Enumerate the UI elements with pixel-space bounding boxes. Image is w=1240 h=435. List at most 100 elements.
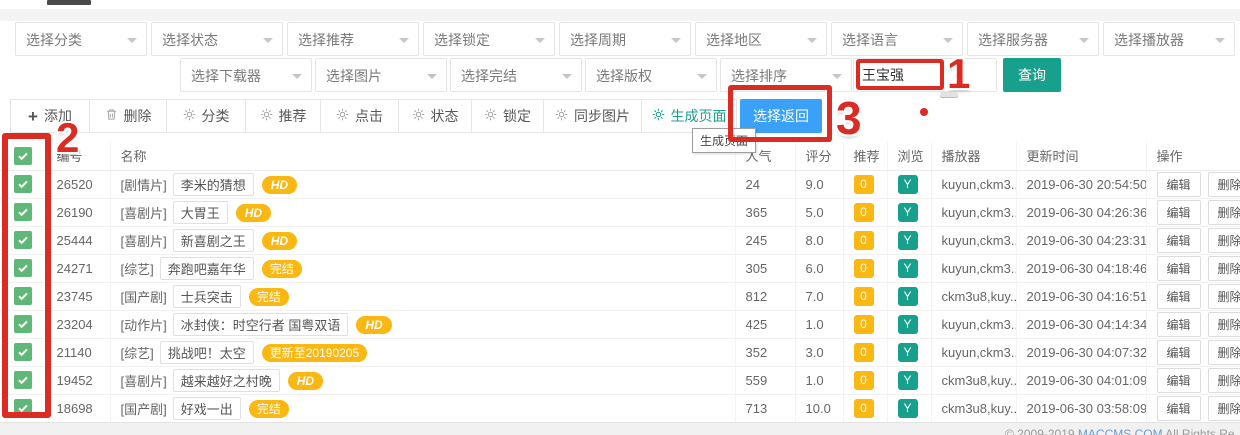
- player-list: kuyun,ckm3...: [931, 198, 1016, 226]
- delete-row-button[interactable]: 删除: [1208, 340, 1240, 365]
- edit-button[interactable]: 编辑: [1157, 228, 1201, 253]
- delete-button[interactable]: 删除: [89, 99, 167, 133]
- delete-row-button[interactable]: 删除: [1208, 172, 1240, 197]
- filter-select-lock[interactable]: 选择锁定: [423, 22, 555, 56]
- add-button[interactable]: +添加: [10, 99, 90, 133]
- video-title-field[interactable]: 越来越好之村晚: [173, 369, 280, 392]
- filter-select-finish[interactable]: 选择完结: [450, 58, 582, 92]
- browse-badge: Y: [898, 231, 918, 250]
- delete-row-button[interactable]: 删除: [1208, 396, 1240, 421]
- video-id: 23745: [46, 282, 110, 310]
- chevron-down-icon: [263, 38, 273, 48]
- row-checkbox[interactable]: [14, 203, 32, 221]
- delete-row-button[interactable]: 删除: [1208, 312, 1240, 337]
- video-id: 26190: [46, 198, 110, 226]
- query-button[interactable]: 查询: [1003, 58, 1061, 92]
- toolbar-button-label: 推荐: [279, 106, 307, 126]
- gear-icon: [183, 108, 196, 124]
- row-checkbox[interactable]: [14, 343, 32, 361]
- delete-row-button[interactable]: 删除: [1208, 228, 1240, 253]
- edit-button[interactable]: 编辑: [1157, 172, 1201, 197]
- chevron-down-icon: [1215, 38, 1225, 48]
- updated-time: 2019-06-30 04:14:34: [1016, 310, 1146, 338]
- filter-select-cycle[interactable]: 选择周期: [559, 22, 691, 56]
- video-title-field[interactable]: 李米的猜想: [173, 173, 254, 196]
- filter-select-region[interactable]: 选择地区: [695, 22, 827, 56]
- sync-images-button[interactable]: 同步图片: [543, 99, 642, 133]
- annotation-dot: [920, 108, 928, 116]
- player-list: kuyun,ckm3...: [931, 226, 1016, 254]
- edit-button[interactable]: 编辑: [1157, 256, 1201, 281]
- edit-button[interactable]: 编辑: [1157, 312, 1201, 337]
- edit-button[interactable]: 编辑: [1157, 284, 1201, 309]
- recommend-badge: 0: [854, 399, 874, 418]
- filter-select-label: 选择排序: [731, 68, 787, 84]
- video-title-field[interactable]: 挑战吧！太空: [160, 341, 254, 364]
- video-title-field[interactable]: 冰封侠：时空行者 国粤双语: [173, 313, 349, 336]
- row-checkbox[interactable]: [14, 371, 32, 389]
- toolbar-button-label: 生成页面: [671, 106, 727, 126]
- row-checkbox[interactable]: [14, 399, 32, 417]
- filter-select-language[interactable]: 选择语言: [831, 22, 963, 56]
- select-all-checkbox[interactable]: [14, 147, 32, 165]
- filter-select-label: 选择锁定: [434, 32, 490, 48]
- column-header: 编号: [46, 142, 110, 170]
- annotation-underline-1: [940, 92, 958, 97]
- filter-select-label: 选择周期: [570, 32, 626, 48]
- video-id: 23204: [46, 310, 110, 338]
- gear-icon: [336, 108, 349, 124]
- score-value: 6.0: [795, 254, 843, 282]
- row-checkbox[interactable]: [14, 287, 32, 305]
- search-input[interactable]: [853, 58, 997, 92]
- edit-button[interactable]: 编辑: [1157, 340, 1201, 365]
- player-list: kuyun,ckm3...: [931, 254, 1016, 282]
- browse-badge: Y: [898, 203, 918, 222]
- edit-button[interactable]: 编辑: [1157, 368, 1201, 393]
- browse-badge: Y: [898, 371, 918, 390]
- filter-select-copyright[interactable]: 选择版权: [585, 58, 717, 92]
- score-value: 3.0: [795, 338, 843, 366]
- lock-button[interactable]: 锁定: [471, 99, 544, 133]
- row-checkbox[interactable]: [14, 259, 32, 277]
- row-checkbox[interactable]: [14, 175, 32, 193]
- video-title-field[interactable]: 新喜剧之王: [173, 229, 254, 252]
- classify-button[interactable]: 分类: [166, 99, 246, 133]
- video-status-badge: 完结: [249, 400, 289, 418]
- hits-value: 559: [735, 366, 795, 394]
- chevron-down-icon: [671, 38, 681, 48]
- video-id: 21140: [46, 338, 110, 366]
- filter-select-downloader[interactable]: 选择下载器: [180, 58, 312, 92]
- video-title-field[interactable]: 好戏一出: [173, 397, 241, 420]
- delete-row-button[interactable]: 删除: [1208, 200, 1240, 225]
- video-title-field[interactable]: 大胃王: [173, 201, 228, 224]
- filter-select-image[interactable]: 选择图片: [315, 58, 447, 92]
- video-status-badge: HD: [262, 232, 297, 250]
- column-header: 播放器: [931, 142, 1016, 170]
- recommend-badge: 0: [854, 343, 874, 362]
- filter-select-server[interactable]: 选择服务器: [967, 22, 1099, 56]
- updated-time: 2019-06-30 04:01:09: [1016, 366, 1146, 394]
- video-category: [国产剧]: [121, 290, 167, 305]
- video-title-field[interactable]: 士兵突击: [173, 285, 241, 308]
- video-category: [喜剧片]: [121, 234, 167, 249]
- edit-button[interactable]: 编辑: [1157, 396, 1201, 421]
- filter-select-sort[interactable]: 选择排序: [720, 58, 852, 92]
- status-button[interactable]: 状态: [398, 99, 472, 133]
- video-title-field[interactable]: 奔跑吧嘉年华: [160, 257, 254, 280]
- filter-select-status[interactable]: 选择状态: [151, 22, 283, 56]
- delete-row-button[interactable]: 删除: [1208, 368, 1240, 393]
- hits-button[interactable]: 点击: [320, 99, 399, 133]
- delete-row-button[interactable]: 删除: [1208, 256, 1240, 281]
- cms-link[interactable]: MACCMS.COM: [1078, 427, 1163, 435]
- score-value: 8.0: [795, 226, 843, 254]
- recommend-button[interactable]: 推荐: [245, 99, 321, 133]
- filter-select-player[interactable]: 选择播放器: [1103, 22, 1235, 56]
- filter-select-recommend[interactable]: 选择推荐: [287, 22, 419, 56]
- filter-select-category[interactable]: 选择分类: [15, 22, 147, 56]
- clipped-page-title: [47, 0, 91, 5]
- row-checkbox[interactable]: [14, 315, 32, 333]
- edit-button[interactable]: 编辑: [1157, 200, 1201, 225]
- chevron-down-icon: [535, 38, 545, 48]
- delete-row-button[interactable]: 删除: [1208, 284, 1240, 309]
- row-checkbox[interactable]: [14, 231, 32, 249]
